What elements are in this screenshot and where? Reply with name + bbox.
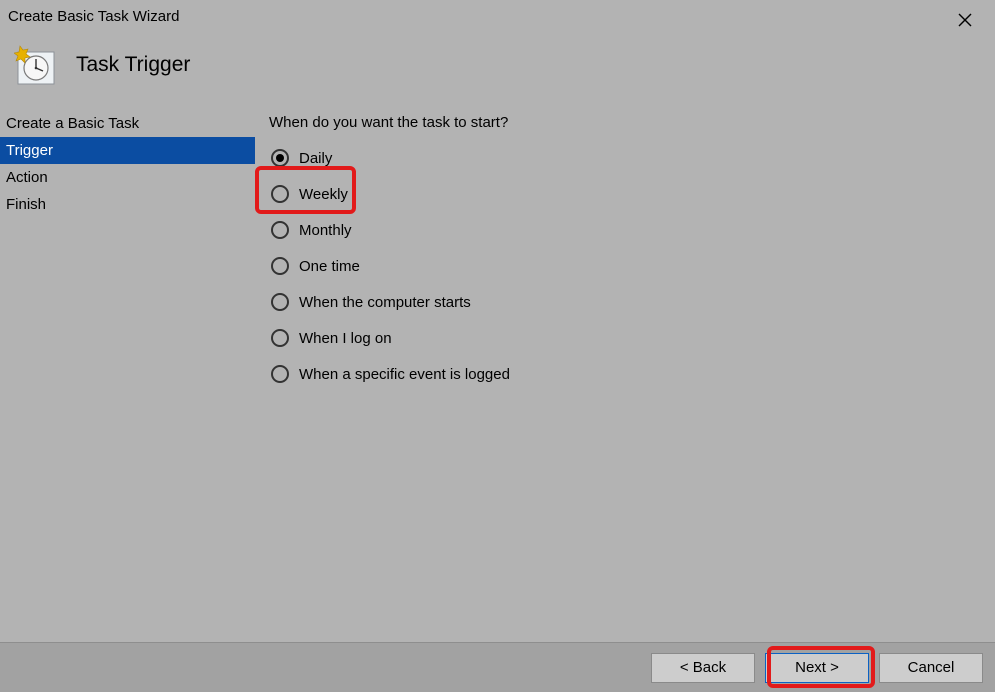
radio-indicator-icon [271, 257, 289, 275]
radio-label: Monthly [299, 222, 352, 239]
sidebar-item-label: Create a Basic Task [6, 115, 139, 132]
page-heading: Task Trigger [76, 53, 190, 77]
next-button[interactable]: Next > [765, 653, 869, 683]
sidebar-item-label: Finish [6, 196, 46, 213]
radio-label: When a specific event is logged [299, 366, 510, 383]
titlebar: Create Basic Task Wizard [0, 0, 995, 32]
sidebar-item-finish[interactable]: Finish [0, 191, 255, 218]
main-panel: When do you want the task to start? Dail… [255, 110, 995, 600]
sidebar-item-action[interactable]: Action [0, 164, 255, 191]
trigger-radio-group: Daily Weekly Monthly One time When the c… [269, 147, 995, 385]
radio-label: Weekly [299, 186, 348, 203]
radio-daily[interactable]: Daily [269, 147, 995, 169]
back-button[interactable]: < Back [651, 653, 755, 683]
content-area: Create a Basic Task Trigger Action Finis… [0, 110, 995, 600]
radio-log-on[interactable]: When I log on [269, 327, 995, 349]
cancel-button[interactable]: Cancel [879, 653, 983, 683]
wizard-header: Task Trigger [0, 32, 995, 110]
radio-indicator-icon [271, 185, 289, 203]
radio-one-time[interactable]: One time [269, 255, 995, 277]
radio-indicator-icon [271, 293, 289, 311]
radio-label: One time [299, 258, 360, 275]
trigger-question-label: When do you want the task to start? [269, 110, 995, 145]
close-icon [958, 13, 972, 27]
close-button[interactable] [945, 6, 985, 34]
radio-indicator-icon [271, 365, 289, 383]
sidebar-item-create-basic-task[interactable]: Create a Basic Task [0, 110, 255, 137]
radio-indicator-icon [271, 149, 289, 167]
radio-label: When the computer starts [299, 294, 471, 311]
wizard-clock-icon [14, 44, 56, 86]
radio-computer-starts[interactable]: When the computer starts [269, 291, 995, 313]
radio-indicator-icon [271, 329, 289, 347]
radio-weekly[interactable]: Weekly [269, 183, 995, 205]
wizard-steps-sidebar: Create a Basic Task Trigger Action Finis… [0, 110, 255, 600]
radio-label: When I log on [299, 330, 392, 347]
radio-specific-event[interactable]: When a specific event is logged [269, 363, 995, 385]
radio-monthly[interactable]: Monthly [269, 219, 995, 241]
wizard-footer: < Back Next > Cancel [0, 642, 995, 692]
window-title: Create Basic Task Wizard [8, 6, 179, 25]
sidebar-item-trigger[interactable]: Trigger [0, 137, 255, 164]
sidebar-item-label: Action [6, 169, 48, 186]
sidebar-item-label: Trigger [6, 142, 53, 159]
radio-label: Daily [299, 150, 332, 167]
radio-indicator-icon [271, 221, 289, 239]
